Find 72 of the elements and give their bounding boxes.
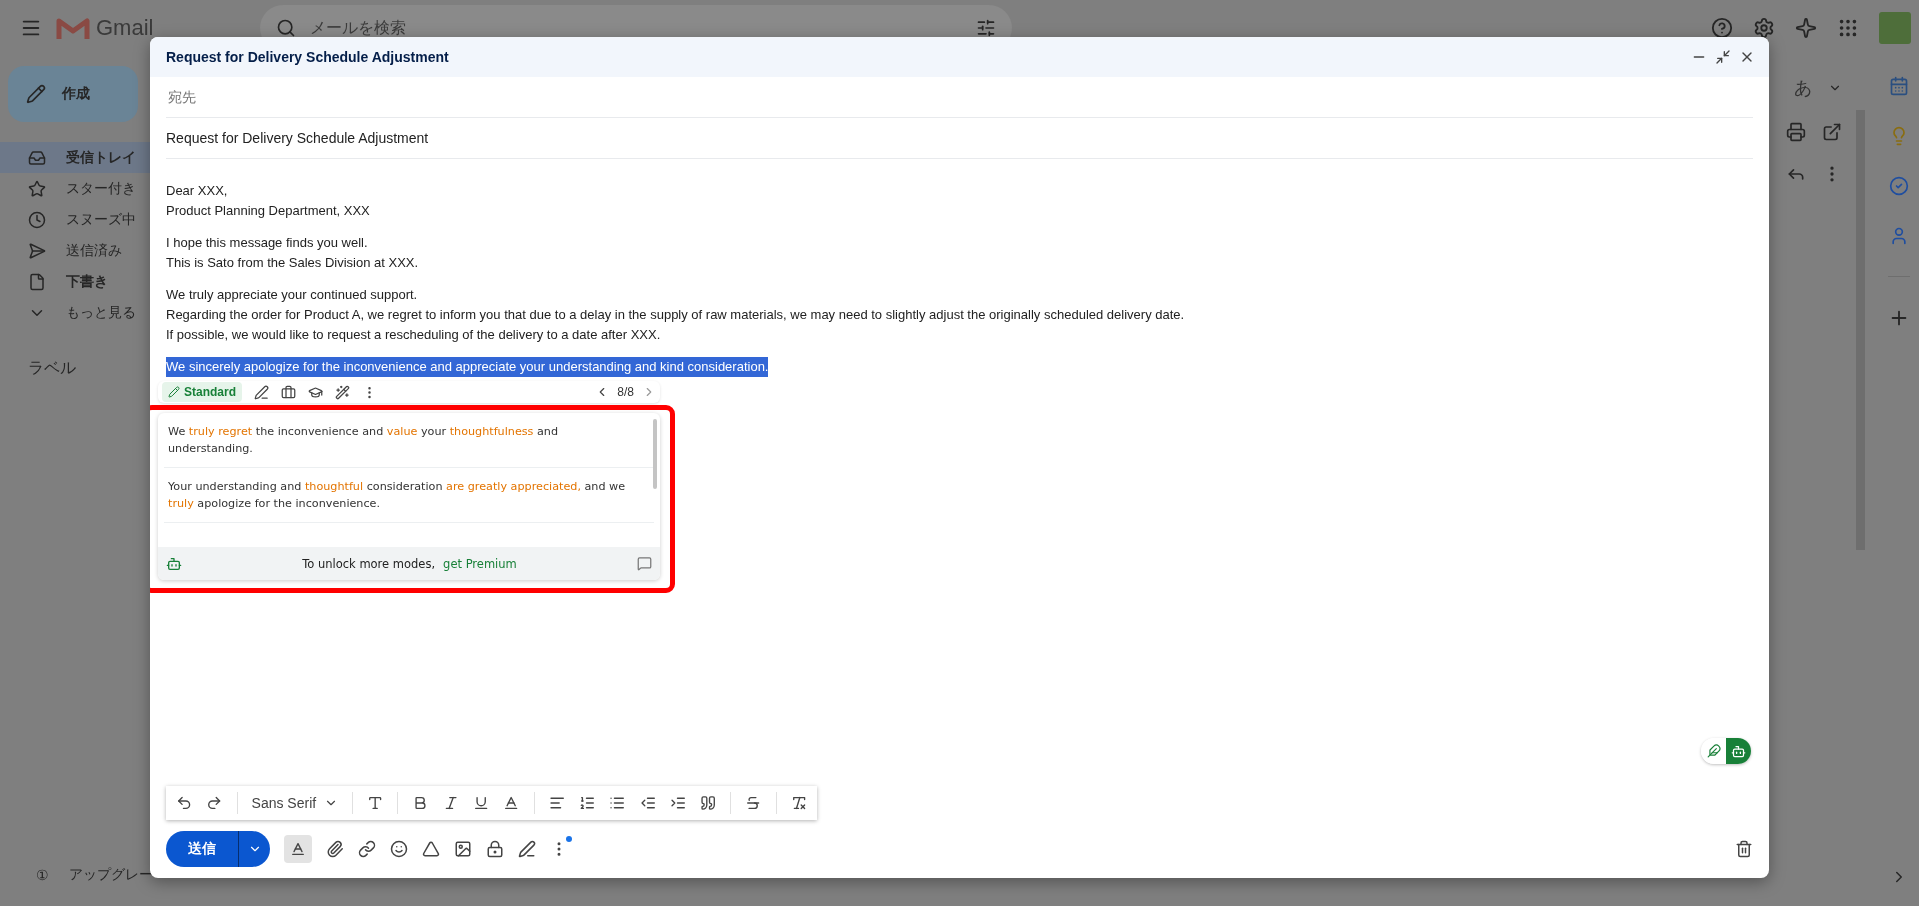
underline-icon[interactable] [472, 794, 490, 812]
mail-logo-icon [56, 15, 90, 41]
numbered-list-icon[interactable] [578, 794, 596, 812]
apps-icon[interactable] [1837, 17, 1859, 39]
body-text: Regarding the order for Product A, we regret to inform you that due to a delay in the supply of raw materials, we may need to slightly adjust the originally scheduled delivery date. [166, 306, 1185, 324]
file-icon[interactable] [28, 272, 46, 291]
undo-icon[interactable] [176, 794, 193, 812]
link-icon[interactable] [358, 840, 376, 858]
triangle-icon[interactable] [422, 840, 440, 858]
text-format-icon [290, 840, 306, 858]
body-text: I hope this message finds you well. [166, 234, 368, 252]
bot-icon[interactable] [1731, 743, 1746, 759]
image-icon[interactable] [454, 840, 472, 858]
assistant-toggle[interactable] [1701, 738, 1751, 764]
trash-icon[interactable] [1735, 840, 1753, 858]
emoji-icon[interactable] [390, 840, 408, 858]
filter-icon[interactable] [976, 18, 996, 38]
bot-icon[interactable] [166, 555, 182, 572]
send-options-button[interactable] [238, 831, 270, 867]
sparkle-icon[interactable] [1795, 17, 1817, 39]
suggestion-text[interactable]: We truly regret the inconvenience and value your thoughtfulness and understanding. [168, 423, 644, 457]
premium-link[interactable]: get Premium [443, 556, 517, 571]
window-title: Request for Delivery Schedule Adjustment [166, 49, 450, 65]
pen-icon[interactable] [254, 384, 269, 400]
send-icon[interactable] [28, 241, 46, 260]
lock-icon[interactable] [486, 840, 504, 858]
settings-icon[interactable] [1753, 17, 1775, 39]
font-select[interactable]: Sans Serif [251, 795, 339, 811]
text-size-icon[interactable] [367, 794, 384, 812]
body-text: Product Planning Department, XXX [166, 202, 370, 220]
formatting-button[interactable] [284, 835, 312, 863]
comment-icon[interactable] [637, 556, 652, 571]
star-icon[interactable] [28, 179, 46, 198]
upgrade-mark: ① [36, 867, 49, 883]
printer-icon[interactable] [1786, 122, 1806, 142]
text-color-icon[interactable] [503, 794, 520, 812]
body-text: Dear XXX, [166, 182, 228, 200]
help-icon[interactable] [1711, 17, 1733, 39]
input-mode-indicator[interactable]: あ [1794, 76, 1812, 100]
body-text: If possible, we would like to request a rescheduling of the delivery to a date after XXX. [166, 326, 661, 344]
scrollbar[interactable] [653, 419, 657, 489]
app-logo[interactable]: Gmail [96, 15, 154, 41]
pen-icon[interactable] [518, 840, 536, 858]
strikethrough-icon[interactable] [745, 794, 762, 812]
magic-wand-icon[interactable] [335, 384, 350, 400]
pencil-icon[interactable] [168, 386, 180, 398]
compose-button[interactable]: 作成 [8, 66, 138, 122]
labels-heading: ラベル [28, 358, 76, 378]
quote-icon[interactable] [700, 794, 717, 812]
pencil-icon[interactable] [26, 84, 46, 104]
premium-notice: To unlock more modes, get Premium [301, 556, 518, 571]
briefcase-icon[interactable] [281, 384, 296, 400]
inbox-icon[interactable] [28, 148, 46, 167]
graduation-cap-icon[interactable] [308, 384, 323, 400]
bold-icon[interactable] [412, 794, 429, 812]
feather-icon[interactable] [1706, 744, 1721, 758]
check-circle-icon[interactable] [1889, 176, 1909, 196]
external-link-icon[interactable] [1822, 122, 1842, 142]
clock-icon[interactable] [28, 210, 46, 229]
notification-dot [566, 836, 572, 842]
suggestion-text[interactable]: Your understanding and thoughtful consideration are greatly appreciated, and we truly apologize for the inconvenience. [168, 478, 644, 512]
search-icon[interactable] [276, 18, 296, 38]
clear-formatting-icon[interactable] [790, 794, 807, 812]
page-counter: 8/8 [617, 385, 634, 399]
body-text: We truly appreciate your continued support. [166, 286, 418, 304]
paperclip-icon[interactable] [326, 840, 344, 858]
redo-icon[interactable] [206, 794, 223, 812]
body-text: This is Sato from the Sales Division at XXX. [166, 254, 419, 272]
selected-text: We sincerely apologize for the inconvenience and appreciate your understanding and kind consideration. [166, 357, 769, 377]
exit-fullscreen-icon[interactable] [1715, 49, 1731, 65]
send-button[interactable]: 送信 [166, 831, 238, 867]
mode-tab[interactable]: Standard [162, 382, 242, 402]
